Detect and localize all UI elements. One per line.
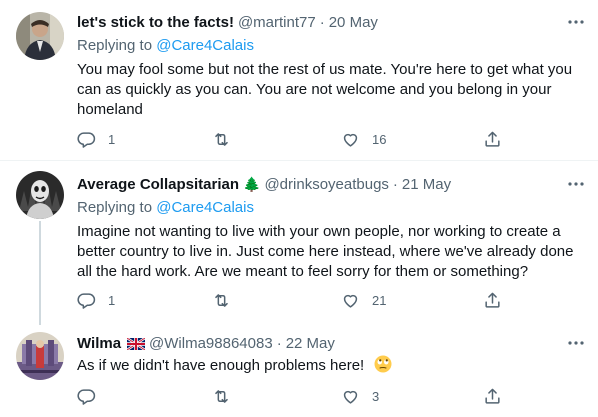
reply-button[interactable]: 1 xyxy=(77,290,115,310)
tweet-date[interactable]: 22 May xyxy=(286,335,335,352)
tweet-actions: 3 xyxy=(77,386,517,406)
tweet-text-line: As if we didn't have enough problems her… xyxy=(77,355,586,376)
replying-to: Replying to @Care4Calais xyxy=(77,198,586,218)
share-button[interactable] xyxy=(483,386,502,406)
replying-to: Replying to @Care4Calais xyxy=(77,36,586,56)
tweet-date[interactable]: 20 May xyxy=(329,14,378,31)
tweet[interactable]: let's stick to the facts! @martint77 · 2… xyxy=(0,0,598,161)
retweet-icon xyxy=(215,293,228,307)
share-icon xyxy=(485,131,500,147)
replying-to-label: Replying to xyxy=(77,199,157,216)
reply-icon xyxy=(77,131,96,148)
reply-feed: let's stick to the facts! @martint77 · 2… xyxy=(0,0,598,417)
retweet-icon xyxy=(215,389,228,403)
share-button[interactable] xyxy=(483,290,502,310)
reply-count: 1 xyxy=(108,292,116,308)
like-count: 21 xyxy=(372,292,387,308)
display-name[interactable]: Wilma xyxy=(77,335,121,352)
share-icon xyxy=(485,388,500,404)
tree-emoji: 🌲 xyxy=(243,175,261,192)
tweet-header: let's stick to the facts! @martint77 · 2… xyxy=(77,12,586,32)
tweet-content: Wilma @Wilma98864083 · 22 May As if we d… xyxy=(77,333,586,376)
avatar[interactable] xyxy=(16,12,64,60)
tweet-actions: 1 21 xyxy=(77,290,517,310)
avatar[interactable] xyxy=(16,332,64,380)
retweet-button[interactable] xyxy=(212,129,243,149)
separator: · xyxy=(392,175,398,193)
retweet-button[interactable] xyxy=(212,290,243,310)
share-icon xyxy=(485,292,500,308)
tweet-header: Wilma @Wilma98864083 · 22 May xyxy=(77,333,586,353)
more-icon[interactable] xyxy=(566,333,586,353)
replying-to-label: Replying to xyxy=(77,37,157,54)
tweet-text: Imagine not wanting to live with your ow… xyxy=(77,223,574,280)
reply-count: 1 xyxy=(108,131,116,147)
tweet[interactable]: Average Collapsitarian 🌲 @drinksoyeatbug… xyxy=(0,161,598,321)
display-name[interactable]: Average Collapsitarian xyxy=(77,176,239,193)
user-handle[interactable]: @martint77 xyxy=(238,14,316,31)
tweet-date[interactable]: 21 May xyxy=(402,176,451,193)
tweet-header: Average Collapsitarian 🌲 @drinksoyeatbug… xyxy=(77,174,586,194)
heart-icon xyxy=(343,133,358,147)
share-button[interactable] xyxy=(483,129,502,149)
avatar[interactable] xyxy=(16,171,64,219)
tweet-text: As if we didn't have enough problems her… xyxy=(77,357,365,374)
reply-icon xyxy=(77,388,96,405)
retweet-icon xyxy=(215,132,228,146)
reply-button[interactable]: 1 xyxy=(77,129,115,149)
like-count: 3 xyxy=(372,388,380,404)
uk-flag-icon xyxy=(126,337,146,351)
separator: · xyxy=(276,334,282,352)
retweet-button[interactable] xyxy=(212,386,243,406)
more-icon[interactable] xyxy=(566,174,586,194)
reply-icon xyxy=(77,292,96,309)
tweet[interactable]: Wilma @Wilma98864083 · 22 May As if we d… xyxy=(0,321,598,417)
mention-link[interactable]: @Care4Calais xyxy=(156,37,254,54)
tweet-content: let's stick to the facts! @martint77 · 2… xyxy=(77,12,586,120)
heart-icon xyxy=(343,294,358,308)
reply-button[interactable] xyxy=(77,386,108,406)
mention-link[interactable]: @Care4Calais xyxy=(156,199,254,216)
like-button[interactable]: 21 xyxy=(341,290,386,310)
heart-icon xyxy=(343,390,358,404)
separator: · xyxy=(319,13,325,31)
tweet-content: Average Collapsitarian 🌲 @drinksoyeatbug… xyxy=(77,174,586,282)
like-button[interactable]: 3 xyxy=(341,386,379,406)
user-handle[interactable]: @drinksoyeatbugs xyxy=(264,176,388,193)
like-count: 16 xyxy=(372,131,387,147)
user-handle[interactable]: @Wilma98864083 xyxy=(149,335,273,352)
like-button[interactable]: 16 xyxy=(341,129,386,149)
tweet-text: You may fool some but not the rest of us… xyxy=(77,61,573,118)
tweet-actions: 1 16 xyxy=(77,129,517,149)
more-icon[interactable] xyxy=(566,12,586,32)
display-name[interactable]: let's stick to the facts! xyxy=(77,14,234,31)
eye-roll-emoji-icon xyxy=(374,355,392,373)
